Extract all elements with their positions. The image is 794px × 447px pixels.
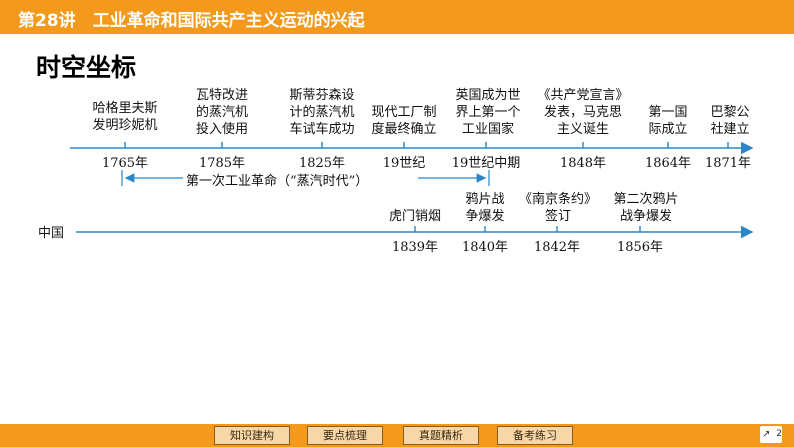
event-line: 虎门销烟 [388,209,441,224]
event-line: 工业国家 [461,122,514,137]
event-line: 主义诞生 [556,122,609,137]
event-humen: 虎门销烟 [375,208,455,225]
event-manifesto: 《共产党宣言》 发表，马克思 主义诞生 [526,87,640,138]
year-1785: 1785年 [198,156,246,171]
event-paris-commune: 巴黎公 社建立 [700,104,760,138]
event-line: 的蒸汽机 [195,105,248,120]
event-line: 巴黎公 [710,105,750,120]
year-1839: 1839年 [391,240,439,255]
event-industrial-nation: 英国成为世 界上第一个 工业国家 [446,87,530,138]
event-line: 社建立 [710,122,750,137]
year-1848: 1848年 [559,156,607,171]
event-second-opium-war: 第二次鸦片 战争爆发 [598,191,694,225]
event-line: 际成立 [648,122,688,137]
event-jenny: 哈格里夫斯 发明珍妮机 [75,100,175,134]
nav-exam-analysis-button[interactable]: 真题精析 [403,426,479,445]
page-number[interactable]: ↗ 2 [760,426,782,443]
year-1825: 1825年 [298,156,346,171]
year-1864: 1864年 [644,156,692,171]
year-1840: 1840年 [461,240,509,255]
event-line: 签订 [544,209,571,224]
event-first-international: 第一国 际成立 [636,104,700,138]
event-line: 哈格里夫斯 [92,101,158,116]
nav-practice-button[interactable]: 备考练习 [497,426,573,445]
year-19c: 19世纪 [382,156,426,171]
event-line: 瓦特改进 [195,88,248,103]
year-1856: 1856年 [616,240,664,255]
event-nanjing-treaty: 《南京条约》 签订 [510,191,606,225]
event-line: 《南京条约》 [518,192,597,207]
event-line: 界上第一个 [455,105,521,120]
event-line: 英国成为世 [455,88,521,103]
event-watt: 瓦特改进 的蒸汽机 投入使用 [176,87,268,138]
page-arrow-icon: ↗ [762,429,771,440]
event-line: 发表，马克思 [543,105,622,120]
year-1765: 1765年 [101,156,149,171]
event-line: 投入使用 [195,122,248,137]
year-1842: 1842年 [533,240,581,255]
event-line: 现代工厂制 [371,105,437,120]
nav-knowledge-button[interactable]: 知识建构 [214,426,290,445]
event-line: 《共产党宣言》 [537,88,629,103]
footer-bar [0,424,794,447]
year-1871: 1871年 [704,156,752,171]
event-line: 第二次鸦片 [613,192,679,207]
era-label: 第一次工业革命（“蒸汽时代”） [186,174,369,189]
nav-keypoints-button[interactable]: 要点梳理 [307,426,383,445]
event-factory: 现代工厂制 度最终确立 [356,104,452,138]
event-line: 度最终确立 [371,122,437,137]
event-line: 斯蒂芬森设 [289,88,355,103]
event-line: 发明珍妮机 [92,118,158,133]
page-number-text: 2 [776,429,782,439]
china-label: 中国 [38,226,65,241]
event-line: 战争爆发 [619,209,672,224]
event-line: 第一国 [648,105,688,120]
year-19c-mid: 19世纪中期 [451,156,521,171]
